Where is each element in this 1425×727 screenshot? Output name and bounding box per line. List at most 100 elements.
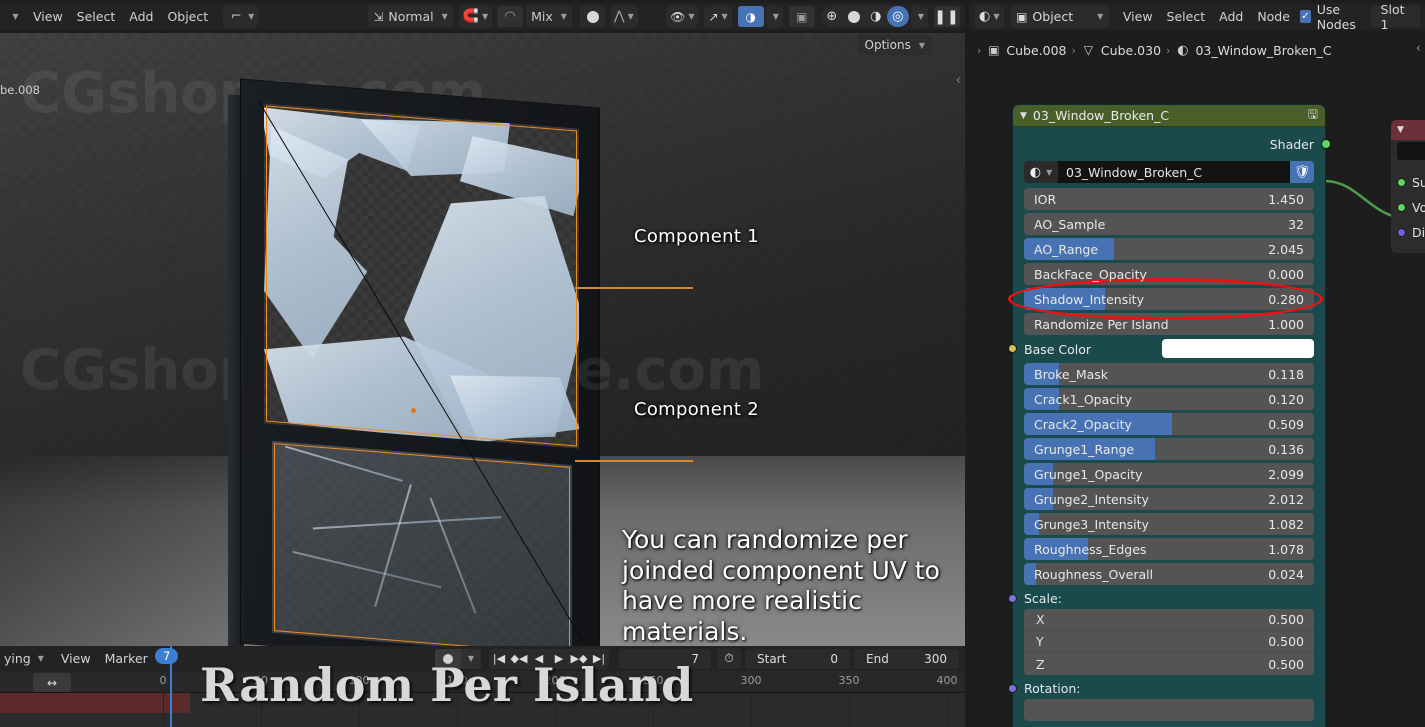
socket-rotation[interactable] <box>1008 684 1017 693</box>
viewport-menu-add[interactable]: Add <box>122 6 160 28</box>
socket-base-color[interactable] <box>1008 344 1017 353</box>
shading-rendered-button[interactable]: ◎ <box>886 6 909 27</box>
viewport-menu-object[interactable]: Object <box>160 6 215 28</box>
property-crack1-opacity[interactable]: Crack1_Opacity 0.120 <box>1024 388 1314 410</box>
timeline-playhead[interactable]: 7 <box>155 646 179 727</box>
use-nodes-checkbox[interactable]: ✓ Use Nodes <box>1300 2 1370 32</box>
material-name-field[interactable]: 03_Window_Broken_C <box>1058 161 1290 183</box>
viewport-object-name: be.008 <box>0 83 40 97</box>
shading-dropdown[interactable]: ▼ <box>910 5 928 28</box>
shading-solid-button[interactable] <box>843 6 865 27</box>
property-ior[interactable]: IOR 1.450 <box>1024 188 1314 210</box>
breadcrumb-item-object[interactable]: Cube.008 <box>1006 43 1066 58</box>
3d-viewport[interactable]: CGshopee.com CGshopee.com be.008 Options… <box>0 33 965 646</box>
proportional-sphere-toggle[interactable] <box>579 6 606 27</box>
shader-type-dropdown[interactable]: ▣ Object ▼ <box>1010 5 1110 28</box>
property-grunge3-intensity[interactable]: Grunge3_Intensity 1.082 <box>1024 513 1314 535</box>
timeline-editor-type-dropdown[interactable]: ying ▼ <box>2 651 44 666</box>
material-selector[interactable]: ◐ ▼ 03_Window_Broken_C 🛡 <box>1024 161 1314 183</box>
volume-socket-dot[interactable] <box>1397 203 1406 212</box>
proportional-falloff-dropdown[interactable]: Mix ▼ <box>526 6 572 27</box>
property-grunge2-intensity[interactable]: Grunge2_Intensity 2.012 <box>1024 488 1314 510</box>
material-slot-button[interactable]: Slot 1 <box>1370 2 1421 32</box>
breadcrumb-item-mesh[interactable]: Cube.030 <box>1101 43 1161 58</box>
scale-z-row[interactable]: Z 0.500 <box>1024 653 1314 675</box>
shader-editor-collapse-arrow[interactable]: ‹ <box>1416 41 1421 56</box>
socket-scale[interactable] <box>1008 594 1017 603</box>
property-ao-sample[interactable]: AO_Sample 32 <box>1024 213 1314 235</box>
options-dropdown[interactable]: Options ▼ <box>857 35 932 55</box>
scale-y-row[interactable]: Y 0.500 <box>1024 631 1314 653</box>
property-roughness-edges[interactable]: Roughness_Edges 1.078 <box>1024 538 1314 560</box>
gizmo-dropdown[interactable]: ↗ ▼ <box>704 5 732 28</box>
proportional-edit-toggle[interactable]: ◠ <box>497 6 524 27</box>
viewport-menu-view[interactable]: View <box>26 6 70 28</box>
output-node-field[interactable] <box>1397 142 1425 160</box>
xray-icon: ▣ <box>796 9 808 24</box>
shader-editor-type-dropdown[interactable]: ◐ ▼ <box>975 5 1004 28</box>
arrows-horizontal-icon: ↔ <box>46 675 58 690</box>
snap-magnet-dropdown[interactable]: 🧲 ▼ <box>458 5 493 28</box>
surface-socket-dot[interactable] <box>1397 178 1406 187</box>
property-value: 2.099 <box>1268 466 1304 482</box>
use-preview-range-button[interactable]: ⏱ <box>717 648 741 669</box>
property-grunge1-opacity[interactable]: Grunge1_Opacity 2.099 <box>1024 463 1314 485</box>
shader-menu-view[interactable]: View <box>1116 6 1160 28</box>
rotation-x-row[interactable] <box>1024 699 1314 721</box>
material-icon: ◐ <box>1177 42 1189 58</box>
frame-start-field[interactable]: Start 0 <box>745 648 850 669</box>
timeline-range-handle[interactable]: ↔ <box>33 673 71 692</box>
fake-user-shield-icon[interactable]: 🛡 <box>1290 161 1314 183</box>
material-browse-dropdown[interactable]: ◐ ▼ <box>1024 161 1058 183</box>
displacement-socket-dot[interactable] <box>1397 228 1406 237</box>
node-group-icon[interactable]: 🖫 <box>1308 105 1318 126</box>
wireframe-icon: ⊕ <box>826 9 838 24</box>
blender-window: ▼ View Select Add Object ⌐ ▼ ⇲ Normal ▼ … <box>0 0 1425 727</box>
node-collapse-chevron-icon[interactable]: ▼ <box>1020 111 1027 121</box>
property-grunge1-range[interactable]: Grunge1_Range 0.136 <box>1024 438 1314 460</box>
window-pane-component-1[interactable] <box>264 103 579 449</box>
material-output-node[interactable]: ▼ Su Vo Di <box>1391 120 1425 253</box>
broken-window-object[interactable] <box>228 61 618 646</box>
property-base-color[interactable]: Base Color <box>1008 338 1314 360</box>
property-label: Grunge2_Intensity <box>1034 491 1149 507</box>
overlays-dropdown[interactable]: ▼ <box>765 5 783 28</box>
transform-orientation-dropdown[interactable]: ⇲ Normal ▼ <box>368 6 453 27</box>
timeline-menu-view[interactable]: View <box>54 648 98 670</box>
shader-menu-select[interactable]: Select <box>1160 6 1213 28</box>
frame-end-field[interactable]: End 300 <box>854 648 959 669</box>
pause-render-button[interactable]: ❚❚ <box>934 6 960 27</box>
output-socket-displacement[interactable]: Di <box>1391 220 1425 245</box>
shading-wireframe-button[interactable]: ⊕ <box>821 6 843 27</box>
window-pane-component-2[interactable] <box>272 440 572 646</box>
output-node-chevron-icon[interactable]: ▼ <box>1397 125 1404 135</box>
shader-menu-node[interactable]: Node <box>1250 6 1297 28</box>
overlays-toggle[interactable]: ◑ <box>737 6 764 27</box>
checkmark-icon: ✓ <box>1300 10 1311 23</box>
falloff-curve-dropdown[interactable]: ⋀ ▼ <box>609 5 638 28</box>
shader-node[interactable]: ▼ 03_Window_Broken_C 🖫 Shader ◐ ▼ 03_Win… <box>1008 105 1331 727</box>
shader-output-socket[interactable] <box>1321 139 1331 149</box>
breadcrumb-item-material[interactable]: 03_Window_Broken_C <box>1195 43 1331 58</box>
property-roughness-overall[interactable]: Roughness_Overall 0.024 <box>1024 563 1314 585</box>
output-socket-surface[interactable]: Su <box>1391 170 1425 195</box>
property-label: Shadow_Intensity <box>1034 291 1144 307</box>
shader-menu-add[interactable]: Add <box>1212 6 1250 28</box>
shading-material-button[interactable]: ◑ <box>865 6 887 27</box>
xray-toggle[interactable]: ▣ <box>788 6 815 27</box>
property-crack2-opacity[interactable]: Crack2_Opacity 0.509 <box>1024 413 1314 435</box>
node-header[interactable]: ▼ 03_Window_Broken_C 🖫 <box>1013 105 1325 127</box>
pivot-point-dropdown[interactable]: ⌐ ▼ <box>223 5 259 28</box>
output-node-header[interactable]: ▼ <box>1391 120 1425 140</box>
timeline-menu-marker[interactable]: Marker <box>98 648 155 670</box>
property-ao-range[interactable]: AO_Range 2.045 <box>1024 238 1314 260</box>
output-socket-volume[interactable]: Vo <box>1391 195 1425 220</box>
viewport-menu-select[interactable]: Select <box>70 6 123 28</box>
shader-editor[interactable]: › ▣ Cube.008 › ▽ Cube.030 › ◐ 03_Window_… <box>969 33 1425 727</box>
viewport-collapse-arrow[interactable]: ‹ <box>956 73 961 88</box>
editor-type-chevron-icon[interactable]: ▼ <box>2 6 26 28</box>
visibility-dropdown[interactable]: 👁 ▼ <box>666 5 699 28</box>
scale-x-row[interactable]: X 0.500 <box>1024 609 1314 631</box>
base-color-swatch[interactable] <box>1162 339 1314 358</box>
property-broke-mask[interactable]: Broke_Mask 0.118 <box>1024 363 1314 385</box>
